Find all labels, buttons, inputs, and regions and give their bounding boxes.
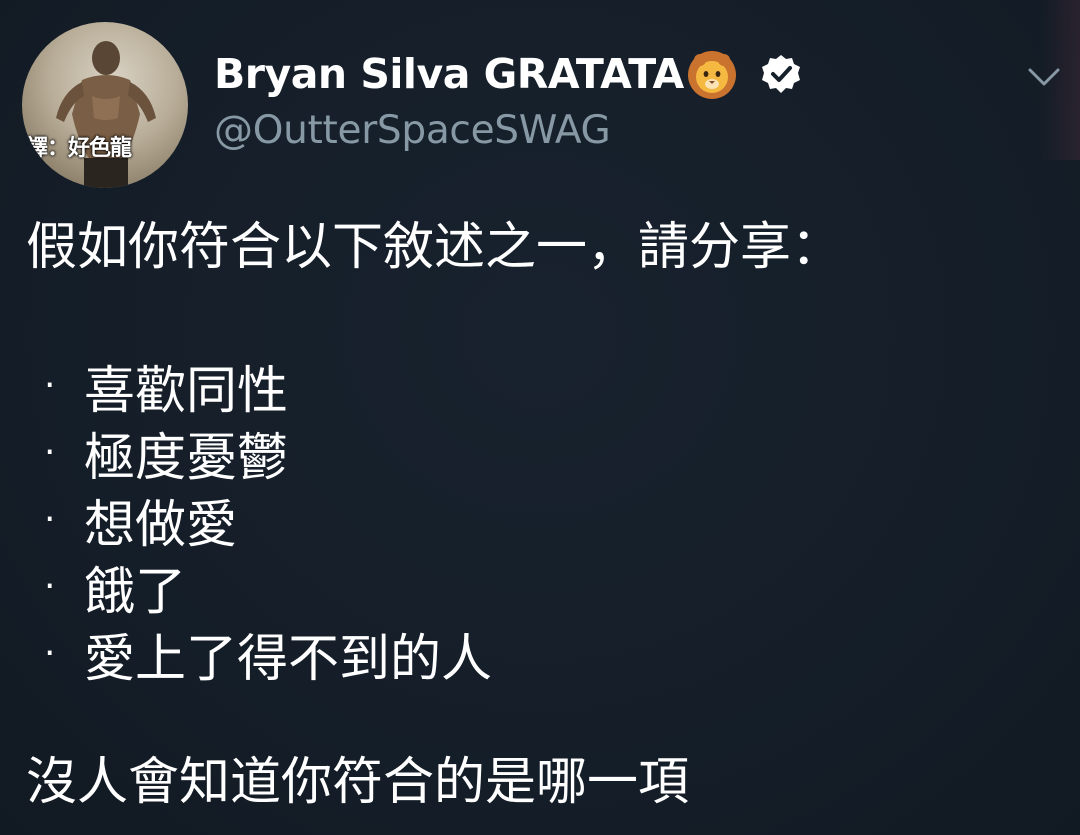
bullet-marker: ·: [44, 499, 56, 540]
avatar-photo: [56, 41, 156, 188]
avatar[interactable]: 譯：好色龍: [22, 22, 188, 188]
bullet-marker: ·: [44, 365, 56, 406]
list-item-label: 喜歡同性: [84, 361, 289, 421]
list-item: · 極度憂鬱: [44, 419, 492, 488]
list-item-label: 極度憂鬱: [84, 428, 289, 488]
bullet-marker: ·: [44, 566, 56, 607]
display-name-row: Bryan Silva GRATATA: [214, 46, 802, 102]
list-item: · 愛上了得不到的人: [44, 620, 492, 689]
verified-icon: [761, 55, 800, 93]
chevron-down-icon[interactable]: [1024, 62, 1064, 92]
list-item: · 想做愛: [44, 486, 492, 555]
tweet-outro-text: 沒人會知道你符合的是哪一項: [26, 753, 690, 812]
list-item: · 喜歡同性: [44, 352, 492, 421]
bullet-marker: ·: [44, 633, 56, 674]
lion-face-emoji-icon: [687, 51, 736, 99]
statement-list: · 喜歡同性 · 極度憂鬱 · 想做愛 · 餓了 · 愛上了得不到的人: [44, 352, 492, 689]
list-item-label: 餓了: [84, 562, 187, 622]
tweet-card: 譯：好色龍 Bryan Silva GRATATA @OutterSpaceSW…: [0, 0, 1080, 835]
tweet-intro-text: 假如你符合以下敘述之一，請分享：: [26, 218, 843, 277]
list-item-label: 想做愛: [84, 495, 238, 555]
bullet-marker: ·: [44, 432, 56, 473]
list-item: · 餓了: [44, 553, 492, 622]
user-handle[interactable]: @OutterSpaceSWAG: [214, 108, 611, 153]
avatar-caption: 譯：好色龍: [26, 136, 132, 161]
list-item-label: 愛上了得不到的人: [84, 629, 493, 689]
display-name[interactable]: Bryan Silva GRATATA: [214, 50, 684, 98]
